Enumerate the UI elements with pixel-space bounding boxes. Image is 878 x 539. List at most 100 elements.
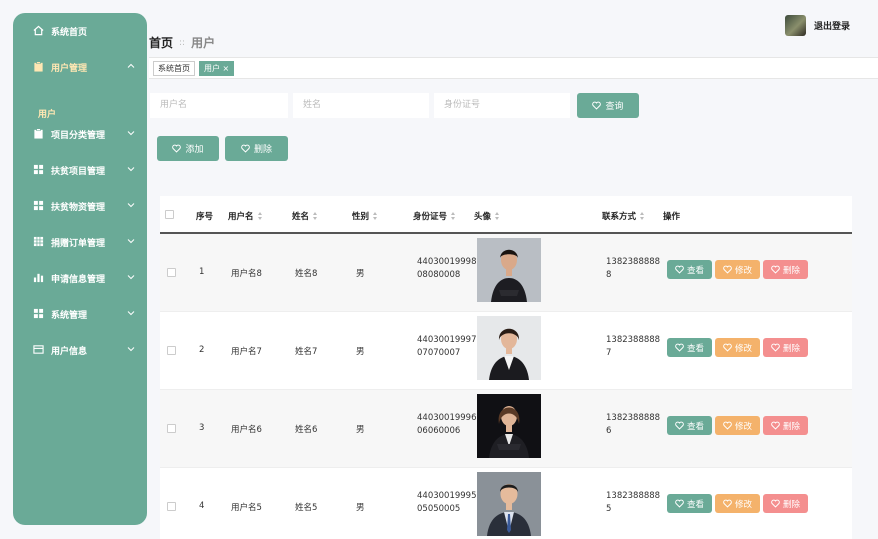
row-checkbox[interactable]	[167, 346, 176, 355]
sidebar-item-label: 扶贫物资管理	[51, 203, 106, 213]
user-photo[interactable]	[477, 316, 541, 380]
table-header: 序号 用户名 姓名 性别 身份证号 头像 联系方式 操作	[160, 196, 852, 234]
sidebar-item-label: 申请信息管理	[51, 275, 106, 285]
delete-button[interactable]: 删除	[763, 338, 808, 357]
username-search-input[interactable]: 用户名	[150, 93, 288, 118]
idcard-search-input[interactable]: 身份证号	[434, 93, 570, 118]
cell-gender: 男	[356, 503, 365, 513]
add-button[interactable]: 添加	[157, 136, 219, 161]
column-name[interactable]: 姓名	[292, 210, 318, 222]
bulk-delete-button[interactable]: 删除	[225, 136, 288, 161]
clipboard-icon	[34, 128, 43, 139]
sidebar-item-user-info[interactable]: 用户信息	[13, 338, 147, 362]
sort-icon[interactable]	[495, 212, 500, 220]
chevron-down-icon	[127, 275, 135, 280]
cell-idcard: 44030019997 07070007	[417, 334, 477, 360]
sort-icon[interactable]	[373, 212, 378, 220]
cell-idcard-line: 05050005	[417, 504, 461, 514]
cell-phone: 1382388888 5	[606, 490, 660, 516]
cell-phone-line: 5	[606, 504, 612, 514]
select-all-checkbox[interactable]	[165, 210, 174, 219]
delete-button[interactable]: 删除	[763, 260, 808, 279]
sidebar-item-label: 用户管理	[51, 64, 88, 74]
edit-button[interactable]: 修改	[715, 260, 760, 279]
grid-icon	[33, 236, 44, 247]
row-checkbox[interactable]	[167, 268, 176, 277]
cell-phone-line: 8	[606, 270, 612, 280]
column-gender[interactable]: 性别	[352, 210, 378, 222]
sort-icon[interactable]	[313, 212, 318, 220]
cell-gender: 男	[356, 347, 365, 357]
sidebar-item-home[interactable]: 系统首页	[13, 19, 147, 43]
sidebar-item-poverty-project[interactable]: 扶贫项目管理	[13, 158, 147, 182]
edit-button[interactable]: 修改	[715, 338, 760, 357]
user-photo[interactable]	[477, 472, 541, 536]
sort-icon[interactable]	[451, 212, 456, 220]
heart-icon	[675, 421, 684, 430]
sort-icon[interactable]	[640, 212, 645, 220]
cell-idcard-line: 08080008	[417, 270, 461, 280]
sidebar-item-poverty-supplies[interactable]: 扶贫物资管理	[13, 194, 147, 218]
view-button[interactable]: 查看	[667, 260, 712, 279]
cell-name: 姓名6	[295, 425, 318, 435]
column-username-label: 用户名	[228, 212, 254, 222]
cell-index: 3	[199, 423, 205, 433]
user-photo[interactable]	[477, 394, 541, 458]
cell-phone-line: 1382388888	[606, 491, 661, 501]
portrait-image	[477, 394, 541, 458]
tab-home[interactable]: 系统首页	[153, 61, 195, 76]
user-photo[interactable]	[477, 238, 541, 302]
chevron-down-icon	[127, 203, 135, 208]
row-checkbox[interactable]	[167, 502, 176, 511]
name-search-input[interactable]: 姓名	[293, 93, 429, 118]
cell-phone: 1382388888 8	[606, 256, 660, 282]
edit-button-label: 修改	[734, 499, 752, 510]
sidebar-item-project-category[interactable]: 项目分类管理	[13, 122, 147, 146]
grid-icon	[33, 308, 44, 319]
query-button-label: 查询	[605, 102, 624, 112]
portrait-image	[477, 238, 541, 302]
column-avatar[interactable]: 头像	[474, 210, 500, 222]
view-button[interactable]: 查看	[667, 338, 712, 357]
view-button[interactable]: 查看	[667, 416, 712, 435]
breadcrumb-home[interactable]: 首页	[149, 34, 173, 51]
column-phone[interactable]: 联系方式	[602, 210, 645, 222]
column-idcard[interactable]: 身份证号	[413, 210, 456, 222]
row-checkbox[interactable]	[167, 424, 176, 433]
delete-button-label: 删除	[782, 499, 800, 510]
edit-button[interactable]: 修改	[715, 416, 760, 435]
edit-button[interactable]: 修改	[715, 494, 760, 513]
breadcrumb-current: 用户	[191, 36, 216, 50]
query-button[interactable]: 查询	[577, 93, 639, 118]
sidebar-item-donation-orders[interactable]: 捐赠订单管理	[13, 230, 147, 254]
sidebar-subitem-user[interactable]: 用户	[38, 107, 56, 120]
delete-button-label: 删除	[782, 421, 800, 432]
tab-user[interactable]: 用户 ×	[199, 61, 235, 76]
sort-icon[interactable]	[257, 212, 263, 220]
edit-button-label: 修改	[734, 265, 752, 276]
sidebar-item-user-management[interactable]: 用户管理	[13, 55, 147, 79]
chevron-down-icon	[127, 167, 135, 172]
column-username[interactable]: 用户名	[228, 210, 263, 222]
cell-idcard-line: 44030019996	[417, 413, 477, 423]
cell-name: 姓名8	[295, 269, 318, 279]
column-gender-label: 性别	[352, 212, 370, 222]
sidebar-item-application-info[interactable]: 申请信息管理	[13, 266, 147, 290]
cell-phone: 1382388888 7	[606, 334, 660, 360]
tab-close-icon[interactable]: ×	[223, 64, 230, 73]
edit-button-label: 修改	[734, 421, 752, 432]
column-idcard-label: 身份证号	[413, 212, 448, 222]
cell-index: 1	[199, 267, 205, 277]
bar-chart-icon	[33, 273, 44, 283]
view-button[interactable]: 查看	[667, 494, 712, 513]
sidebar-item-label: 系统首页	[51, 28, 88, 38]
view-button-label: 查看	[686, 421, 704, 432]
delete-button[interactable]: 删除	[763, 416, 808, 435]
delete-button[interactable]: 删除	[763, 494, 808, 513]
chevron-down-icon	[127, 239, 135, 244]
portrait-image	[477, 472, 541, 536]
sidebar-item-label: 系统管理	[51, 311, 88, 321]
sidebar-item-system[interactable]: 系统管理	[13, 302, 147, 326]
logout-button[interactable]: 退出登录	[814, 19, 850, 32]
avatar[interactable]	[785, 15, 806, 36]
